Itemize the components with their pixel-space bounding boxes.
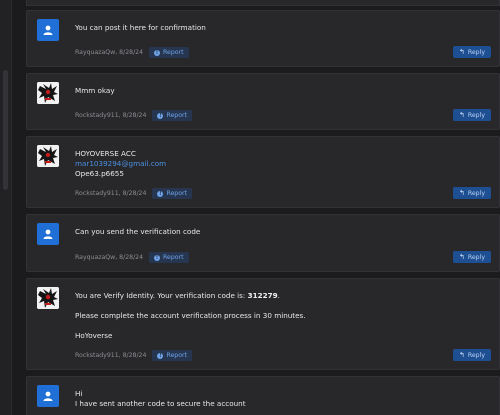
report-label: Report <box>163 49 184 56</box>
report-button[interactable]: ! Report <box>152 350 192 361</box>
email-link[interactable]: mar1039294@gmail.com <box>75 159 487 169</box>
user-avatar[interactable] <box>37 19 59 41</box>
post-text: You can post it here for confirmation <box>75 23 206 32</box>
user-avatar[interactable] <box>37 385 59 407</box>
report-icon: ! <box>154 254 161 261</box>
left-scroll-rail[interactable] <box>0 0 12 415</box>
post-body: You are Verify Identity. Your verificati… <box>75 291 487 341</box>
user-avatar[interactable] <box>37 287 59 309</box>
post-text: Ope63.p6655 <box>75 169 124 178</box>
reply-button[interactable]: ↰ Reply <box>452 349 491 361</box>
post-meta: RayquazaQw, 8/28/24 ! Report <box>75 47 189 58</box>
report-label: Report <box>166 352 187 359</box>
report-button[interactable]: ! Report <box>149 252 189 263</box>
reply-button[interactable]: ↰ Reply <box>452 187 491 199</box>
post-date[interactable]: 8/28/24 <box>123 190 147 197</box>
post-text: You are Verify Identity. Your verificati… <box>75 291 487 301</box>
report-label: Report <box>163 254 184 261</box>
scrollbar-thumb[interactable] <box>3 70 8 190</box>
hedgehog-avatar-icon <box>37 287 59 309</box>
post-body: Mmm okay <box>75 86 487 96</box>
hedgehog-avatar-icon <box>37 82 59 104</box>
verification-text: You are Verify Identity. Your verificati… <box>75 291 248 300</box>
reply-label: Reply <box>467 48 485 56</box>
post-meta: RayquazaQw, 8/28/24 ! Report <box>75 252 189 263</box>
post-item: Hi I have sent another code to secure th… <box>26 376 500 415</box>
post-body: HOYOVERSE ACC mar1039294@gmail.com Ope63… <box>75 149 487 179</box>
user-silhouette-icon <box>43 25 53 35</box>
post-meta: Rockstady911, 8/28/24 ! Report <box>75 110 192 121</box>
post-text: Mmm okay <box>75 86 115 95</box>
user-avatar[interactable] <box>37 82 59 104</box>
post-item: HOYOVERSE ACC mar1039294@gmail.com Ope63… <box>26 136 500 208</box>
post-date[interactable]: 8/28/24 <box>119 49 143 56</box>
post-author[interactable]: RayquazaQw <box>75 49 115 56</box>
post-author[interactable]: RayquazaQw <box>75 254 115 261</box>
post-item: You can post it here for confirmation Ra… <box>26 10 500 67</box>
reply-label: Reply <box>467 351 485 359</box>
post-text: Can you send the verification code <box>75 227 201 236</box>
reply-label: Reply <box>467 111 485 119</box>
reply-button[interactable]: ↰ Reply <box>452 109 491 121</box>
post-item: Mmm okay Rockstady911, 8/28/24 ! Report … <box>26 73 500 130</box>
post-text: Please complete the account verification… <box>75 311 306 320</box>
reply-arrow-icon: ↰ <box>458 253 465 261</box>
verification-period: . <box>277 291 280 300</box>
post-meta: Rockstady911, 8/28/24 ! Report <box>75 350 192 361</box>
post-text: HOYOVERSE ACC <box>75 149 136 158</box>
report-label: Report <box>166 190 187 197</box>
reply-label: Reply <box>467 253 485 261</box>
reply-arrow-icon: ↰ <box>458 189 465 197</box>
user-silhouette-icon <box>43 391 53 401</box>
post-text: I have sent another code to secure the a… <box>75 399 246 408</box>
reply-button[interactable]: ↰ Reply <box>452 251 491 263</box>
post-body: You can post it here for confirmation <box>75 23 487 33</box>
post-author[interactable]: Rockstady911 <box>75 190 119 197</box>
report-button[interactable]: ! Report <box>149 47 189 58</box>
post-date[interactable]: 8/28/24 <box>123 352 147 359</box>
post-item: You are Verify Identity. Your verificati… <box>26 278 500 370</box>
user-avatar[interactable] <box>37 145 59 167</box>
report-icon: ! <box>157 352 164 359</box>
reply-arrow-icon: ↰ <box>458 48 465 56</box>
post-author[interactable]: Rockstady911 <box>75 112 119 119</box>
post-author[interactable]: Rockstady911 <box>75 352 119 359</box>
report-label: Report <box>166 112 187 119</box>
reply-arrow-icon: ↰ <box>458 351 465 359</box>
hedgehog-avatar-icon <box>37 145 59 167</box>
post-item: Can you send the verification code Rayqu… <box>26 214 500 272</box>
post-body: Hi I have sent another code to secure th… <box>75 389 487 409</box>
report-icon: ! <box>154 49 161 56</box>
post-date[interactable]: 8/28/24 <box>123 112 147 119</box>
report-icon: ! <box>157 112 164 119</box>
user-avatar[interactable] <box>37 223 59 245</box>
reply-button[interactable]: ↰ Reply <box>452 46 491 58</box>
post-meta: Rockstady911, 8/28/24 ! Report <box>75 188 192 199</box>
post-body: Can you send the verification code <box>75 227 487 237</box>
user-silhouette-icon <box>43 229 53 239</box>
post-date[interactable]: 8/28/24 <box>119 254 143 261</box>
reply-arrow-icon: ↰ <box>458 111 465 119</box>
report-button[interactable]: ! Report <box>152 110 192 121</box>
post-text: Hi <box>75 389 83 398</box>
report-button[interactable]: ! Report <box>152 188 192 199</box>
thread-container: You can post it here for confirmation Ra… <box>12 0 500 415</box>
report-icon: ! <box>157 190 164 197</box>
verification-code: 312279 <box>247 291 278 300</box>
reply-label: Reply <box>467 189 485 197</box>
previous-post-edge <box>26 0 500 6</box>
post-text: HoYoverse <box>75 331 113 340</box>
